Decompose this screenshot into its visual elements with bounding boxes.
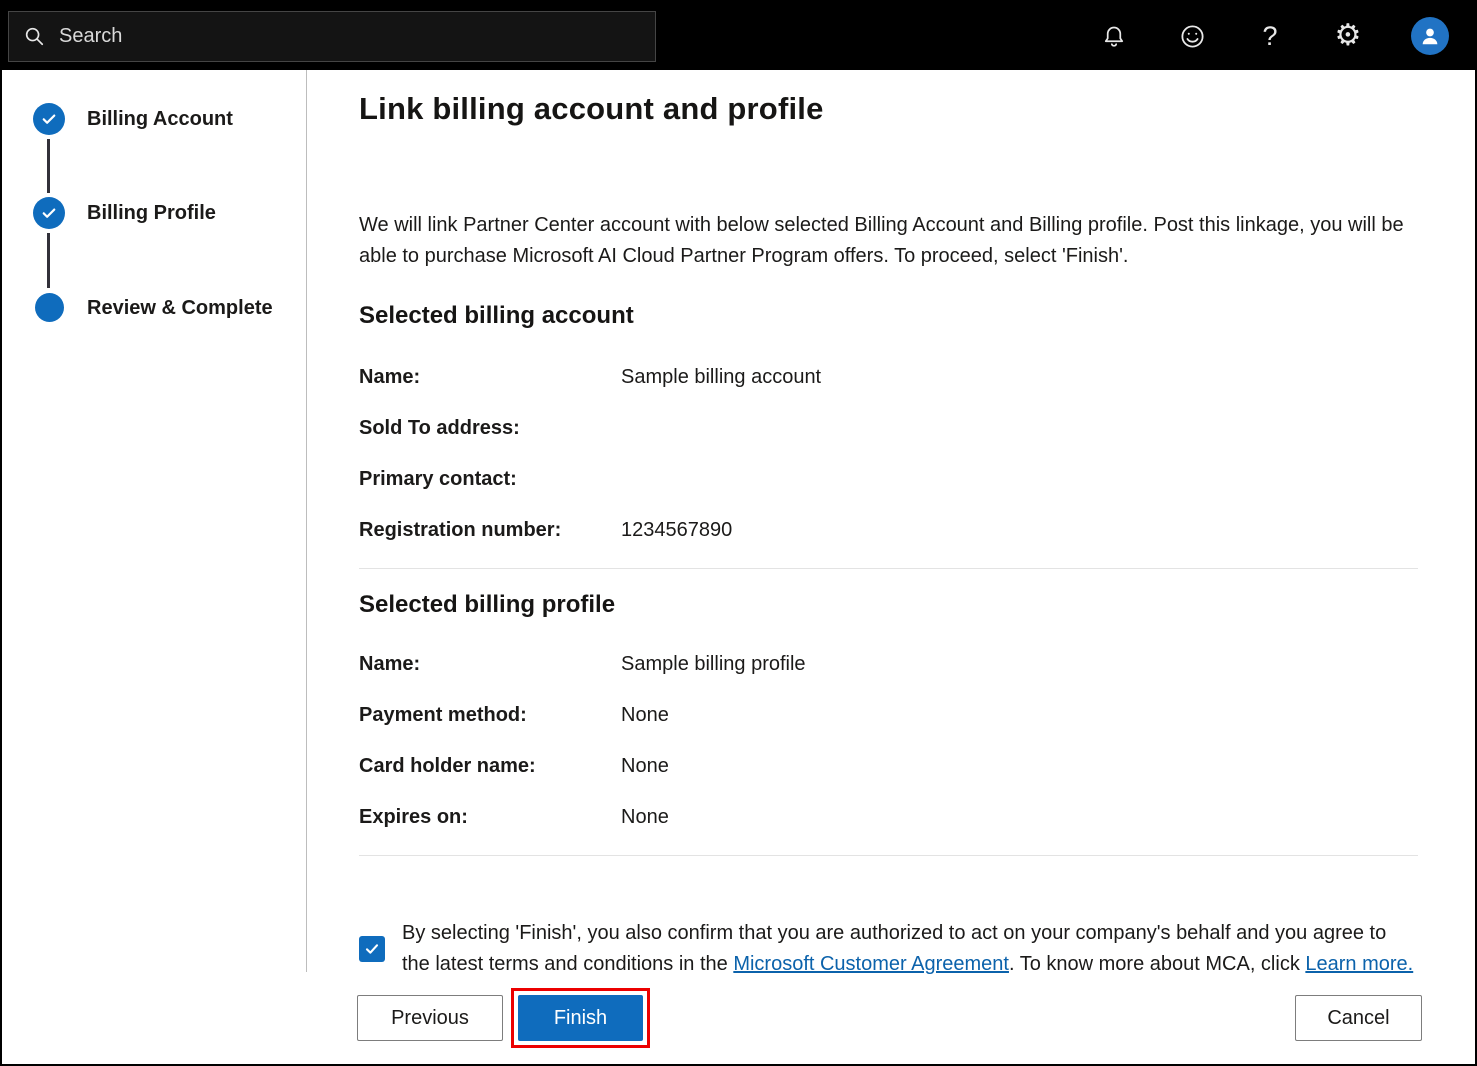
field-label: Name: xyxy=(359,364,621,390)
field-row-expires-on: Expires on: None xyxy=(359,804,1475,830)
finish-button[interactable]: Finish xyxy=(518,995,643,1041)
field-value: Sample billing profile xyxy=(621,651,806,677)
microsoft-customer-agreement-link[interactable]: Microsoft Customer Agreement xyxy=(733,953,1009,975)
field-row-payment-method: Payment method: None xyxy=(359,702,1475,728)
gear-glyph: ⚙ xyxy=(1335,21,1362,51)
previous-button[interactable]: Previous xyxy=(357,995,503,1041)
billing-account-heading: Selected billing account xyxy=(359,300,1475,332)
field-label: Primary contact: xyxy=(359,466,621,492)
learn-more-link[interactable]: Learn more. xyxy=(1305,953,1413,975)
billing-profile-heading: Selected billing profile xyxy=(359,589,1475,621)
person-icon xyxy=(1419,25,1441,47)
field-row-sold-to-address: Sold To address: xyxy=(359,415,1475,441)
avatar[interactable] xyxy=(1411,17,1449,55)
field-label: Registration number: xyxy=(359,517,621,543)
field-value: 1234567890 xyxy=(621,517,732,543)
help-glyph: ? xyxy=(1262,23,1277,50)
sidebar-item-billing-profile[interactable]: Billing Profile xyxy=(87,200,216,226)
field-value: None xyxy=(621,702,669,728)
step-billing-profile-indicator[interactable] xyxy=(33,197,65,229)
annotation-highlight-box: Finish xyxy=(511,988,650,1048)
bell-icon[interactable] xyxy=(1099,21,1129,51)
field-row-name: Name: Sample billing account xyxy=(359,364,1475,390)
field-row-registration-number: Registration number: 1234567890 xyxy=(359,517,1475,543)
sidebar-item-review-complete[interactable]: Review & Complete xyxy=(87,295,273,321)
step-billing-account-indicator[interactable] xyxy=(33,103,65,135)
gear-icon[interactable]: ⚙ xyxy=(1333,21,1363,51)
agreement-row: By selecting 'Finish', you also confirm … xyxy=(359,918,1475,980)
section-divider xyxy=(359,855,1418,856)
field-value: None xyxy=(621,753,669,779)
field-row-profile-name: Name: Sample billing profile xyxy=(359,651,1475,677)
field-row-card-holder-name: Card holder name: None xyxy=(359,753,1475,779)
field-label: Name: xyxy=(359,651,621,677)
agreement-text-part2: . To know more about MCA, click xyxy=(1009,953,1305,975)
intro-text: We will link Partner Center account with… xyxy=(359,210,1407,272)
check-icon xyxy=(364,941,380,957)
section-divider xyxy=(359,568,1418,569)
stepper-connector xyxy=(47,233,50,288)
field-value: None xyxy=(621,804,669,830)
search-icon xyxy=(23,25,45,47)
field-label: Card holder name: xyxy=(359,753,621,779)
help-icon[interactable]: ? xyxy=(1255,21,1285,51)
footer-button-bar: Previous Finish Cancel xyxy=(2,972,1475,1064)
stepper-connector xyxy=(47,139,50,193)
partner-center-window: ? ⚙ Billing Account Billi xyxy=(0,0,1477,1066)
field-value: Sample billing account xyxy=(621,364,821,390)
search-input[interactable] xyxy=(59,25,641,48)
step-review-complete-indicator[interactable] xyxy=(35,293,64,322)
wizard-body: Billing Account Billing Profile Review &… xyxy=(2,70,1475,972)
main-content: Link billing account and profile We will… xyxy=(307,70,1475,972)
top-bar: ? ⚙ xyxy=(2,2,1475,70)
field-row-primary-contact: Primary contact: xyxy=(359,466,1475,492)
wizard-stepper: Billing Account Billing Profile Review &… xyxy=(2,70,307,972)
billing-profile-fields: Name: Sample billing profile Payment met… xyxy=(359,651,1475,830)
agreement-checkbox[interactable] xyxy=(359,936,385,962)
agreement-text: By selecting 'Finish', you also confirm … xyxy=(402,918,1414,980)
check-icon xyxy=(40,204,58,222)
topbar-icons: ? ⚙ xyxy=(1099,17,1475,55)
billing-account-fields: Name: Sample billing account Sold To add… xyxy=(359,364,1475,543)
smiley-icon[interactable] xyxy=(1177,21,1207,51)
field-label: Expires on: xyxy=(359,804,621,830)
check-icon xyxy=(40,110,58,128)
cancel-button[interactable]: Cancel xyxy=(1295,995,1422,1041)
sidebar-item-billing-account[interactable]: Billing Account xyxy=(87,106,233,132)
page-title: Link billing account and profile xyxy=(359,88,1475,130)
field-label: Payment method: xyxy=(359,702,621,728)
search-box[interactable] xyxy=(8,11,656,62)
field-label: Sold To address: xyxy=(359,415,621,441)
